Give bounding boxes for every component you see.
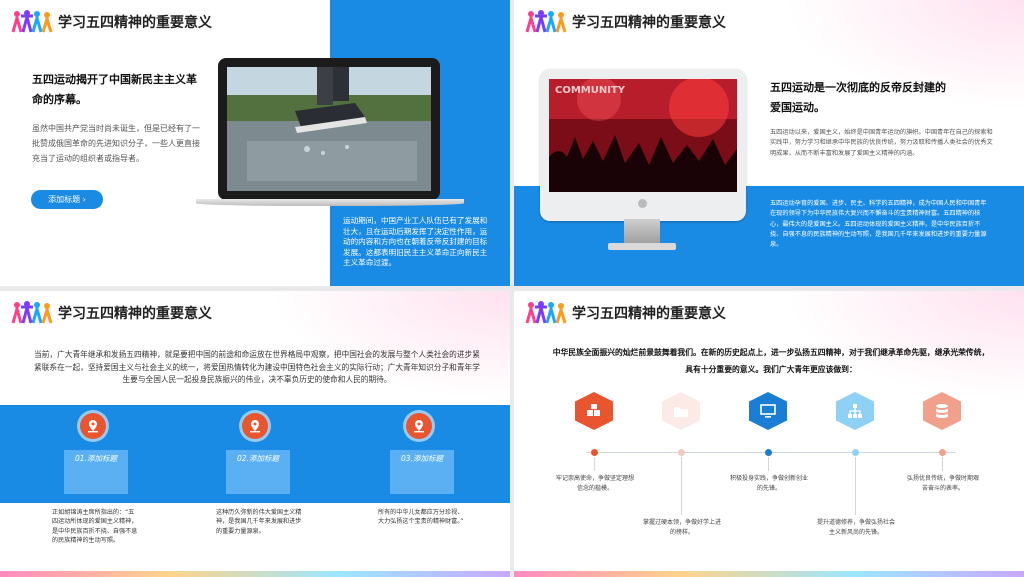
step-1-text: 牢记崇高使命，争做坚定理想信念的楷模。 — [555, 475, 634, 492]
logo-icon — [525, 301, 567, 324]
card-3[interactable]: 03.添加标题 — [390, 413, 456, 494]
intro-text: 中华民族全面振兴的灿烂前景鼓舞着我们。在新的历史起点上，进一步弘扬五四精神，对于… — [552, 348, 990, 374]
slide-1[interactable]: 学习五四精神的重要意义 五四运动揭开了中国新民主主义革命的序幕。 虽然中国共产党… — [0, 0, 510, 286]
photo-concert: COMMUNITY — [549, 79, 737, 192]
logo-icon — [11, 10, 53, 33]
add-title-button[interactable]: 添加标题 › — [31, 190, 103, 209]
step-4-text: 提升道德修养，争做弘扬社会主义新风尚的先锋。 — [816, 519, 895, 536]
monitor-icon — [760, 404, 776, 418]
slide-heading: 五四运动揭开了中国新民主主义革命的序幕。 — [32, 73, 197, 106]
logo-icon — [525, 10, 567, 33]
slide-2[interactable]: 学习五四精神的重要意义 COMMUNITY 五四运动是一次彻底的反帝反封建的爱国… — [514, 0, 1024, 286]
card-label: 02.添加标题 — [226, 450, 290, 468]
step-3-text: 积极投身实践，争做创新创业的先锋。 — [729, 475, 808, 492]
database-icon — [936, 404, 948, 418]
folder-icon — [674, 407, 688, 417]
step-1-node[interactable] — [575, 392, 613, 430]
card-label: 01.添加标题 — [64, 450, 128, 468]
step-5-text: 弘扬优良传统，争做时期艰苦奋斗的表率。 — [906, 475, 979, 492]
photo-running-shoes — [227, 67, 431, 191]
laptop-image — [218, 58, 440, 200]
card-label: 03.添加标题 — [390, 450, 454, 468]
intro-text: 当前，广大青年继承和发扬五四精神，就是要把中国的前途和命运放在世界格局中观察，把… — [34, 350, 480, 384]
slide-body-text: 虽然中国共产党当时尚未诞生，但是已经有了一批赞成俄国革命的先进知识分子，一些人更… — [32, 124, 200, 163]
location-icon — [406, 413, 432, 439]
step-4-node[interactable] — [836, 392, 874, 430]
location-icon — [80, 413, 106, 439]
card-1[interactable]: 01.添加标题 — [64, 413, 130, 494]
screen-text: COMMUNITY — [555, 85, 626, 96]
laptop-base — [196, 199, 464, 206]
location-icon — [242, 413, 268, 439]
card-2[interactable]: 02.添加标题 — [226, 413, 292, 494]
slide-title: 学习五四精神的重要意义 — [572, 306, 726, 322]
step-2-node[interactable] — [662, 392, 700, 430]
blocks-icon — [587, 404, 600, 416]
slide-title: 学习五四精神的重要意义 — [572, 15, 726, 31]
slide-4[interactable]: 学习五四精神的重要意义 中华民族全面振兴的灿烂前景鼓舞着我们。在新的历史起点上，… — [514, 291, 1024, 577]
step-5-node[interactable] — [923, 392, 961, 430]
slide-heading: 五四运动是一次彻底的反帝反封建的爱国运动。 — [770, 81, 946, 114]
card-1-desc: 正如胡锦涛主席所指出的：“五四运动所体现的爱国主义精神，是中华民族百折不挠、自强… — [52, 509, 138, 545]
slide-body-text: 五四运动以来，爱国主义，始终是中国青年运动的旗帜。中国青年在自己的探索和实践中，… — [770, 129, 993, 157]
network-icon — [848, 404, 862, 418]
caption-text: 运动期间，中国产业工人队伍已有了发展和壮大，且在运动后期发挥了决定性作用，运动的… — [343, 216, 488, 268]
card-3-desc: 所有的中华儿女都应万分珍视、大力弘扬这个宝贵的精神财富。” — [378, 509, 464, 526]
step-2-text: 掌握过硬本领，争做好学上进的榜样。 — [642, 519, 721, 536]
logo-icon — [11, 301, 53, 324]
monitor-dot — [638, 199, 647, 208]
step-3-node[interactable] — [749, 392, 787, 430]
slide-3[interactable]: 学习五四精神的重要意义 当前，广大青年继承和发扬五四精神，就是要把中国的前途和命… — [0, 291, 510, 577]
card-2-desc: 这种历久弥新的伟大爱国主义精神，是我国几千年来发展和进步的重要力量源泉。 — [216, 509, 302, 535]
slide-title: 学习五四精神的重要意义 — [58, 306, 212, 322]
caption-text: 五四运动孕育的爱国、进步、民主、科学的五四精神，成为中国人民和中国青年在现的领导… — [770, 200, 987, 249]
slide-title: 学习五四精神的重要意义 — [58, 15, 212, 31]
monitor-image: COMMUNITY — [540, 69, 746, 221]
